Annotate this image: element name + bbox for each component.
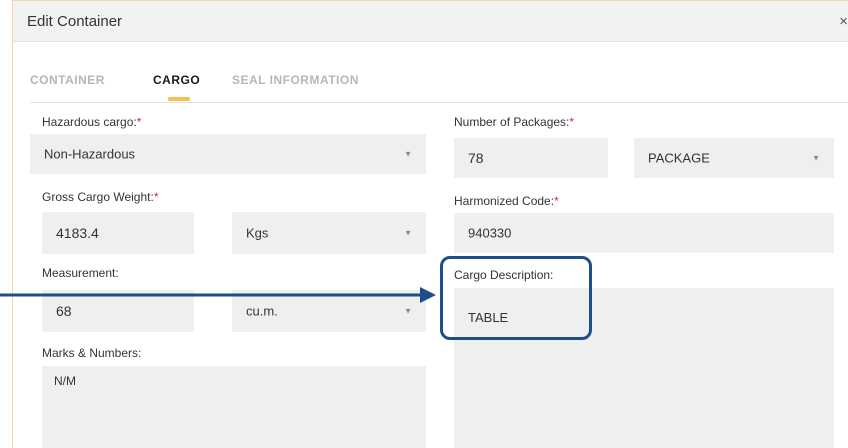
arrow-icon — [0, 287, 436, 303]
